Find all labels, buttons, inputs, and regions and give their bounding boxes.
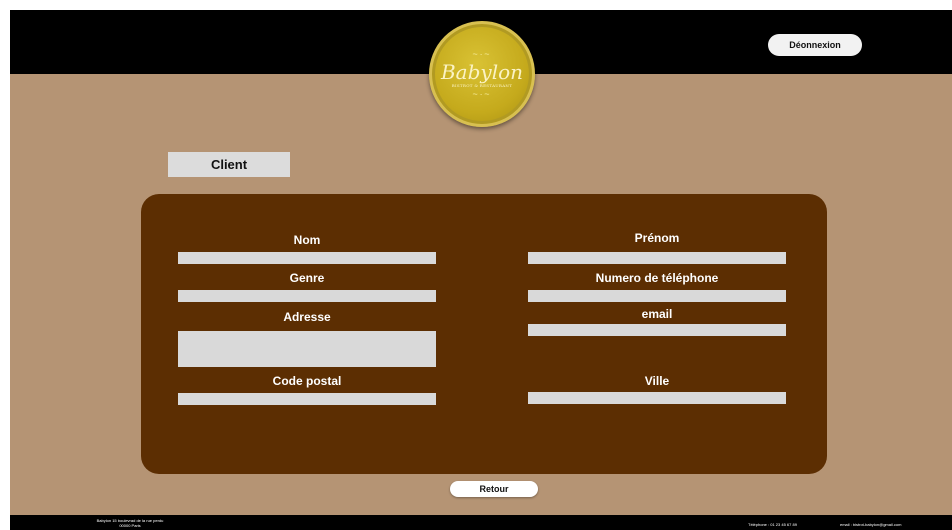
ville-label: Ville bbox=[644, 374, 670, 388]
telephone-field[interactable] bbox=[528, 290, 786, 302]
genre-field[interactable] bbox=[178, 290, 436, 302]
email-field[interactable] bbox=[528, 324, 786, 336]
footer-address-line2: 00000 Paris bbox=[119, 523, 141, 528]
back-button[interactable]: Retour bbox=[450, 481, 538, 497]
prenom-field[interactable] bbox=[528, 252, 786, 264]
adresse-field[interactable] bbox=[178, 331, 436, 367]
client-form-panel: Nom Genre Adresse Code postal Prénom Num… bbox=[141, 194, 827, 474]
adresse-label: Adresse bbox=[283, 310, 331, 324]
logo-ornament-bottom: ~∙~ bbox=[472, 88, 492, 99]
footer-phone: Téléphone : 01 23 45 67 89 bbox=[748, 522, 797, 527]
logo-title: Babylon bbox=[440, 59, 524, 84]
nom-field[interactable] bbox=[178, 252, 436, 264]
telephone-label: Numero de téléphone bbox=[595, 271, 719, 285]
section-title: Client bbox=[168, 152, 290, 177]
babylon-logo[interactable]: ~∙~ Babylon BISTROT & RESTAURANT ~∙~ bbox=[429, 21, 535, 127]
genre-label: Genre bbox=[289, 271, 325, 285]
footer-address: Babylon 15 boulevrad de la rue perdu 000… bbox=[80, 518, 180, 528]
prenom-label: Prénom bbox=[634, 231, 680, 245]
ville-field[interactable] bbox=[528, 392, 786, 404]
footer: Babylon 15 boulevrad de la rue perdu 000… bbox=[10, 515, 952, 530]
code-postal-field[interactable] bbox=[178, 393, 436, 405]
logo-ornament-top: ~∙~ bbox=[472, 48, 492, 59]
code-postal-label: Code postal bbox=[272, 374, 342, 388]
app-frame: Déonnexion ~∙~ Babylon BISTROT & RESTAUR… bbox=[10, 10, 952, 530]
footer-email[interactable]: email : bistrot-babylon@gmail.com bbox=[840, 522, 901, 527]
email-label: email bbox=[641, 307, 673, 321]
logout-button[interactable]: Déonnexion bbox=[768, 34, 862, 56]
nom-label: Nom bbox=[293, 233, 321, 247]
logo-tagline: BISTROT & RESTAURANT bbox=[451, 82, 513, 88]
